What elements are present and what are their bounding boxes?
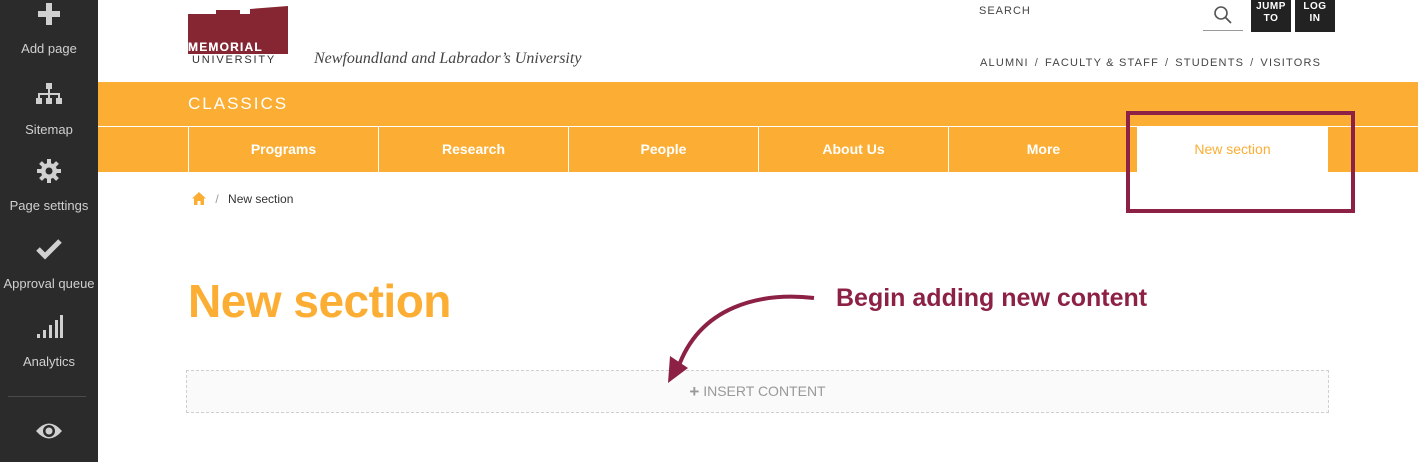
breadcrumb: / New section	[192, 192, 293, 206]
add-page-button[interactable]: Add page	[0, 2, 98, 56]
eye-icon	[36, 423, 62, 439]
search-icon[interactable]	[1213, 5, 1233, 25]
department-title[interactable]: CLASSICS	[188, 94, 288, 114]
nav-item-more[interactable]: More	[948, 127, 1138, 172]
log-in-line1: LOG	[1303, 1, 1327, 12]
audience-separator: /	[1034, 57, 1040, 69]
logo-wordmark-university: UNIVERSITY	[192, 54, 277, 66]
alumni-link[interactable]: ALUMNI	[980, 57, 1029, 69]
jump-to-line2: TO	[1263, 13, 1279, 24]
approval-queue-button[interactable]: Approval queue	[0, 238, 98, 291]
search-input-underline	[1203, 30, 1243, 31]
page-settings-button[interactable]: Page settings	[0, 158, 98, 213]
nav-item-people[interactable]: People	[568, 127, 758, 172]
annotation-arrow-icon	[668, 294, 815, 383]
plus-icon	[38, 3, 60, 25]
annotation-highlight-box	[1126, 111, 1355, 213]
audience-separator: /	[1165, 57, 1170, 69]
site-header: MEMORIAL UNIVERSITY Newfoundland and Lab…	[98, 0, 1418, 82]
sitemap-button[interactable]: Sitemap	[0, 82, 98, 137]
search-label[interactable]: SEARCH	[979, 5, 1031, 17]
audience-separator: /	[1250, 57, 1255, 69]
analytics-button[interactable]: Analytics	[0, 314, 98, 369]
cms-sidebar: Add page Sitemap Page settings Approval …	[0, 0, 98, 462]
approval-queue-label: Approval queue	[3, 276, 95, 291]
log-in-line2: IN	[1309, 13, 1321, 24]
sitemap-icon	[36, 83, 62, 104]
jump-to-line1: JUMP	[1256, 1, 1286, 12]
students-link[interactable]: STUDENTS	[1175, 57, 1244, 69]
faculty-staff-link[interactable]: FACULTY & STAFF	[1045, 57, 1159, 69]
page-settings-label: Page settings	[9, 198, 89, 213]
add-page-label: Add page	[21, 41, 77, 56]
annotation-text: Begin adding new content	[836, 284, 1148, 312]
university-logo[interactable]: MEMORIAL UNIVERSITY	[188, 6, 288, 68]
nav-item-programs[interactable]: Programs	[188, 127, 378, 172]
nav-item-about-us[interactable]: About Us	[758, 127, 948, 172]
checkmark-icon	[36, 239, 62, 260]
gear-icon	[37, 159, 61, 183]
page-title: New section	[188, 275, 451, 327]
sitemap-label: Sitemap	[25, 122, 73, 137]
home-icon[interactable]	[192, 192, 206, 205]
analytics-bars-icon	[37, 315, 63, 338]
jump-to-button[interactable]: JUMP TO	[1251, 0, 1291, 32]
nav-item-research[interactable]: Research	[378, 127, 568, 172]
logo-wordmark-memorial: MEMORIAL	[188, 40, 263, 54]
sidebar-divider	[8, 396, 86, 397]
university-tagline: Newfoundland and Labrador’s University	[314, 50, 582, 67]
breadcrumb-current: New section	[228, 192, 294, 206]
breadcrumb-separator: /	[215, 192, 219, 206]
log-in-button[interactable]: LOG IN	[1295, 0, 1335, 32]
preview-button[interactable]	[0, 420, 98, 442]
analytics-label: Analytics	[22, 354, 76, 369]
visitors-link[interactable]: VISITORS	[1260, 57, 1321, 69]
audience-nav: ALUMNI / FACULTY & STAFF / STUDENTS / VISITORS	[980, 57, 1321, 69]
